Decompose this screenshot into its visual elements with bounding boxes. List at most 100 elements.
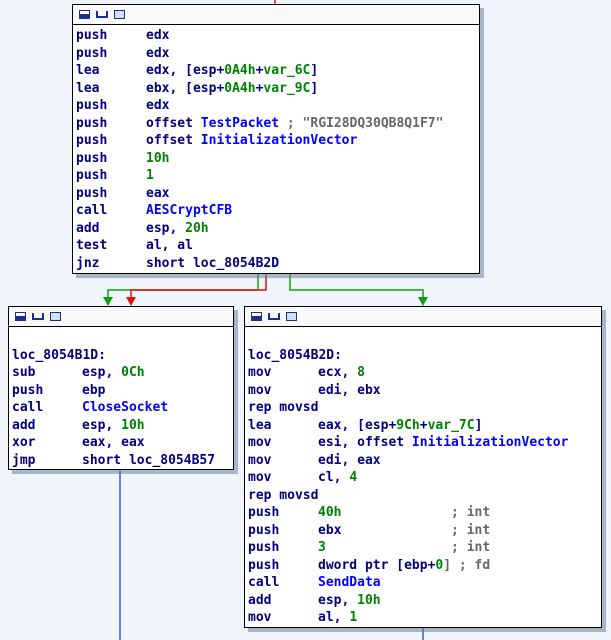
instruction-line[interactable]: lea eax, [esp+ 9Ch + var_7C] — [248, 417, 601, 435]
instruction-line[interactable]: push 1 — [76, 167, 479, 185]
mnemonic: call — [248, 575, 280, 590]
instruction-line[interactable]: sub esp, 0Ch — [12, 364, 233, 382]
instruction-line[interactable]: lea ebx, [esp+ 0A4h + var_9C] — [76, 80, 479, 98]
mnemonic: lea — [248, 417, 272, 433]
operand: edx — [146, 98, 170, 113]
graph-color-icon[interactable] — [251, 312, 262, 321]
operand: + — [419, 417, 428, 433]
mnemonic: mov — [248, 365, 272, 380]
instruction-line[interactable]: push edx — [76, 45, 479, 63]
instruction-line[interactable]: push edx — [76, 97, 479, 115]
instruction-line[interactable]: push eax — [76, 185, 479, 203]
operand: 10h — [357, 592, 381, 608]
operand: al, — [318, 610, 350, 625]
operand: AESCryptCFB — [146, 203, 233, 218]
instruction-line[interactable]: push offset TestPacket ; "RGI28DQ30QB8Q1F… — [76, 115, 479, 133]
instruction-line[interactable]: push ebp — [12, 382, 233, 400]
mnemonic: mov — [248, 470, 272, 485]
operand: 1 — [349, 610, 358, 625]
instruction-line[interactable]: push 10h — [76, 150, 479, 168]
operand: 3 — [318, 540, 326, 555]
instruction-line[interactable]: mov ecx, 8 — [248, 364, 601, 382]
mnemonic: lea — [76, 63, 100, 78]
instruction-line[interactable]: push offset InitializationVector — [76, 132, 479, 150]
block-label[interactable]: loc_8054B1D: — [12, 347, 106, 365]
block-code: loc_8054B1D: sub esp, 0Ch push ebp call Close… — [9, 327, 233, 469]
instruction-line[interactable]: mov edi, eax — [248, 452, 601, 470]
instruction-line[interactable]: call SendData — [248, 574, 601, 592]
instruction-line[interactable]: push 40h ; int — [248, 504, 601, 522]
instruction-line[interactable]: push dword ptr [ebp+ 0] ; fd — [248, 557, 601, 575]
instruction-line[interactable]: add esp, 20h — [76, 220, 479, 238]
instruction-line[interactable]: add esp, 10h — [12, 417, 233, 435]
mnemonic: sub — [12, 365, 36, 380]
mnemonic: push — [248, 522, 280, 538]
graph-color-icon[interactable] — [15, 312, 26, 321]
mnemonic: add — [76, 220, 100, 236]
operand: offset — [146, 133, 201, 148]
instruction-line[interactable]: test al, al — [76, 237, 479, 255]
basic-block-loc-8054B1D[interactable]: loc_8054B1D: sub esp, 0Ch push ebp call Close… — [8, 306, 234, 470]
instruction-line[interactable]: mov esi, offset InitializationVector — [248, 434, 601, 452]
operand: var_6C — [263, 63, 311, 78]
operand: ebx, [esp+ — [146, 80, 225, 96]
operand: ecx, — [318, 365, 358, 380]
instruction-line[interactable]: push 3 ; int — [248, 539, 601, 557]
instruction-line[interactable]: add esp, 10h — [248, 592, 601, 610]
operand: ] ; fd — [443, 557, 491, 573]
operand: edi, eax — [318, 452, 381, 468]
operand: edx, [esp+ — [146, 63, 225, 78]
operand: CloseSocket — [82, 400, 169, 415]
operand: 4 — [349, 470, 358, 485]
operand: ; "RGI28DQ30QB8Q1F7" — [279, 115, 444, 131]
edit-node-icon[interactable] — [286, 312, 297, 321]
mnemonic: jmp — [12, 452, 36, 468]
mnemonic: rep movsd — [248, 400, 319, 415]
instruction-line[interactable]: mov al, 1 — [248, 609, 601, 627]
graph-color-icon[interactable] — [79, 10, 90, 19]
mnemonic: lea — [76, 80, 100, 96]
edit-node-icon[interactable] — [114, 10, 125, 19]
operand: esp, — [146, 220, 186, 236]
operand: edx — [146, 28, 170, 43]
instruction-line[interactable]: push edx — [76, 27, 479, 45]
instruction-line[interactable]: rep movsd — [248, 487, 601, 505]
operand: 0A4h — [224, 80, 256, 96]
instruction-line[interactable]: mov cl, 4 — [248, 469, 601, 487]
operand: TestPacket — [200, 115, 280, 131]
basic-block-top[interactable]: push edx push edx lea edx, [esp+ 0A4h + var_6C] l… — [72, 4, 480, 274]
group-nodes-icon[interactable] — [32, 313, 44, 320]
operand: ; int — [325, 540, 491, 555]
block-titlebar — [9, 307, 233, 327]
operand: esi, offset — [318, 435, 412, 450]
edit-node-icon[interactable] — [50, 312, 61, 321]
operand: 0Ch — [121, 365, 145, 380]
group-nodes-icon[interactable] — [96, 11, 108, 18]
instruction-line[interactable]: xor eax, eax — [12, 434, 233, 452]
instruction-line[interactable]: rep movsd — [248, 399, 601, 417]
instruction-line[interactable]: jnz short loc_8054B2D — [76, 255, 479, 273]
instruction-line[interactable]: call CloseSocket — [12, 399, 233, 417]
operand: eax — [146, 185, 170, 201]
block-code: push edx push edx lea edx, [esp+ 0A4h + var_6C] l… — [73, 25, 479, 272]
group-nodes-icon[interactable] — [268, 313, 280, 320]
operand: eax, [esp+ — [318, 417, 397, 433]
operand: InitializationVector — [200, 133, 358, 148]
instruction-line[interactable]: call AESCryptCFB — [76, 202, 479, 220]
mnemonic: call — [76, 203, 108, 218]
mnemonic: test — [76, 238, 108, 253]
instruction-line[interactable]: lea edx, [esp+ 0A4h + var_6C] — [76, 62, 479, 80]
mnemonic: push — [76, 150, 108, 166]
operand: ] — [474, 417, 483, 433]
operand: ebp — [82, 382, 106, 398]
operand: esp, — [82, 365, 122, 380]
operand: short loc_8054B2D — [146, 255, 280, 271]
instruction-line[interactable]: push ebx ; int — [248, 522, 601, 540]
edge-to-loc-8054B1D-red — [130, 274, 267, 298]
instruction-line[interactable]: mov edi, ebx — [248, 382, 601, 400]
instruction-line[interactable]: jmp short loc_8054B57 — [12, 452, 233, 470]
mnemonic: push — [76, 133, 108, 148]
mnemonic: mov — [248, 382, 272, 398]
basic-block-loc-8054B2D[interactable]: loc_8054B2D: mov ecx, 8 mov edi, ebx rep mov… — [244, 306, 602, 628]
block-label[interactable]: loc_8054B2D: — [248, 347, 342, 365]
